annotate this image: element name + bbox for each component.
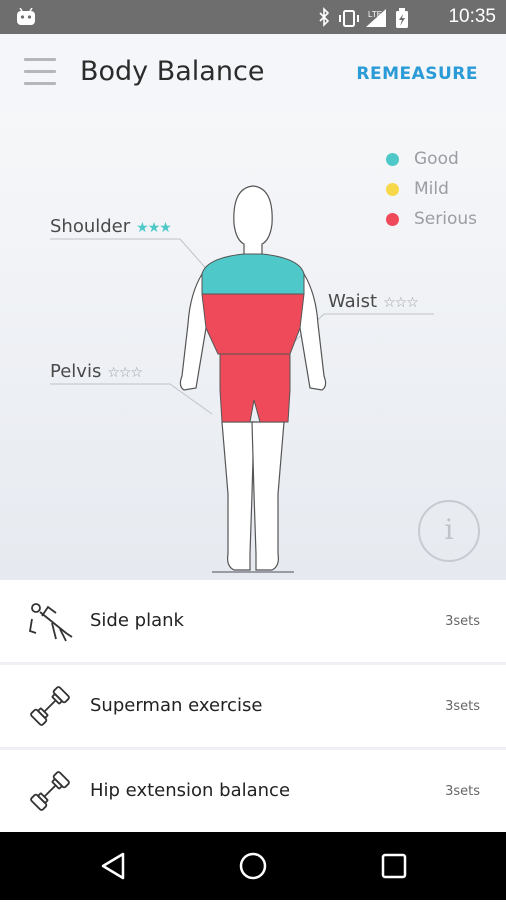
exercise-sets: 3sets	[445, 699, 480, 714]
vibrate-icon	[343, 10, 355, 27]
waist-label[interactable]: Waist ☆☆☆	[328, 291, 419, 312]
status-time: 10:35	[448, 6, 496, 27]
list-item[interactable]: Side plank 3sets	[0, 580, 506, 665]
status-bar: LTE 10:35	[0, 0, 506, 34]
back-icon[interactable]	[101, 852, 125, 880]
waist-stars-icon: ☆☆☆	[383, 295, 419, 311]
exercise-list: Side plank 3sets Superman exercise 3sets…	[0, 580, 506, 835]
exercise-sets: 3sets	[445, 614, 480, 629]
recents-icon[interactable]	[381, 853, 407, 879]
right-leg	[251, 421, 285, 571]
body-figure-area: Good Mild Serious Shoulder ★★★ Waist ☆☆☆…	[0, 114, 506, 580]
home-icon[interactable]	[239, 852, 267, 880]
system-nav-bar	[0, 832, 506, 900]
pelvis-region	[219, 353, 291, 423]
pelvis-label[interactable]: Pelvis ☆☆☆	[50, 361, 143, 382]
android-icon	[17, 8, 35, 25]
exercise-name: Superman exercise	[90, 695, 263, 716]
shoulder-stars-icon: ★★★	[136, 220, 172, 236]
waist-region	[201, 293, 305, 355]
status-icons: LTE	[319, 7, 408, 28]
dumbbell-icon	[30, 771, 70, 811]
exercise-sets: 3sets	[445, 784, 480, 799]
shoulder-label[interactable]: Shoulder ★★★	[50, 216, 172, 237]
page-title: Body Balance	[80, 56, 265, 87]
shoulder-region	[201, 253, 305, 295]
app-header: Body Balance REMEASURE	[0, 34, 506, 114]
left-leg	[221, 421, 255, 571]
exercise-name: Hip extension balance	[90, 780, 291, 801]
list-item[interactable]: Superman exercise 3sets	[0, 665, 506, 750]
remeasure-button[interactable]: REMEASURE	[356, 64, 478, 84]
exercise-name: Side plank	[90, 610, 184, 631]
list-item[interactable]: Hip extension balance 3sets	[0, 750, 506, 835]
dumbbell-icon	[30, 686, 70, 726]
side-plank-icon	[28, 603, 73, 642]
bluetooth-icon	[319, 7, 330, 27]
head	[233, 185, 273, 257]
menu-icon[interactable]	[24, 58, 56, 86]
info-button[interactable]: i	[418, 500, 480, 562]
pelvis-stars-icon: ☆☆☆	[107, 365, 143, 381]
